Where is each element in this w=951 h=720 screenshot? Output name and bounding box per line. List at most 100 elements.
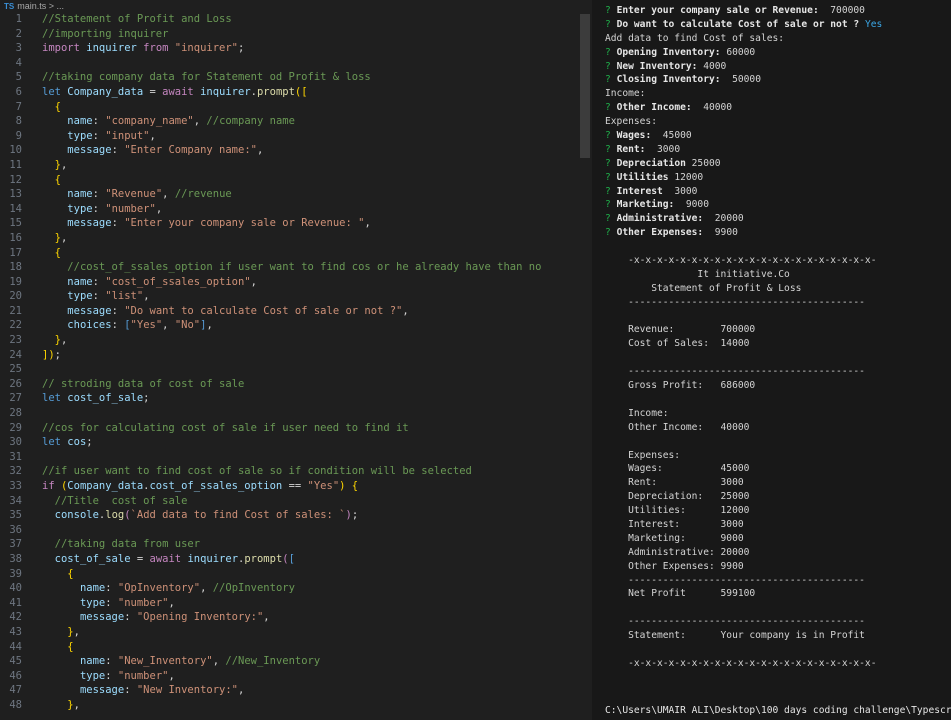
- line-number: 29: [9, 421, 22, 434]
- code-line[interactable]: 18 //cost_of_ssales_option if user want …: [0, 260, 580, 275]
- code-line[interactable]: 39 {: [0, 567, 580, 582]
- code-line[interactable]: 46 type: "number",: [0, 669, 580, 684]
- terminal-line: Revenue: 700000: [592, 323, 951, 337]
- terminal-panel[interactable]: ? Enter your company sale or Revenue: 70…: [592, 0, 951, 720]
- code-line[interactable]: 12 {: [0, 173, 580, 188]
- code-line[interactable]: 4: [0, 56, 580, 71]
- code-line[interactable]: 29 //cos for calculating cost of sale if …: [0, 421, 580, 436]
- line-number: 8: [15, 115, 22, 128]
- code-token: "list": [105, 290, 144, 303]
- code-line[interactable]: 19 name: "cost_of_ssales_option",: [0, 275, 580, 290]
- terminal-line: ? Enter your company sale or Revenue: 70…: [592, 4, 951, 18]
- code-line[interactable]: 40 name: "OpInventory", //OpInventory: [0, 581, 580, 596]
- code-line[interactable]: 44 {: [0, 640, 580, 655]
- code-token: if: [42, 480, 61, 492]
- code-token: :: [111, 144, 125, 157]
- code-line[interactable]: 14 type: "number",: [0, 202, 580, 217]
- code-line[interactable]: 5 //taking company data for Statement od …: [0, 70, 580, 85]
- code-line[interactable]: 47 message: "New Inventory:",: [0, 683, 580, 698]
- editor-scrollbar[interactable]: [580, 12, 592, 720]
- code-token: await: [149, 552, 188, 565]
- code-line[interactable]: 41 type: "number",: [0, 596, 580, 611]
- terminal-text: Utilities: 12000: [605, 505, 750, 517]
- code-line[interactable]: 15 message: "Enter your company sale or …: [0, 216, 580, 231]
- code-token: ;: [86, 436, 93, 449]
- terminal-line: Other Expenses: 9900: [592, 560, 951, 574]
- code-token: ,: [60, 158, 68, 171]
- code-token: "number": [117, 669, 169, 682]
- code-line[interactable]: 33 if (Company_data.cost_of_ssales_option…: [0, 479, 580, 494]
- code-token: "Yes": [130, 319, 163, 332]
- code-line[interactable]: 17 {: [0, 246, 580, 261]
- code-line[interactable]: 42 message: "Opening Inventory:",: [0, 610, 580, 625]
- code-line[interactable]: 23 },: [0, 333, 580, 348]
- code-line[interactable]: 34 //Title cost of sale: [0, 494, 580, 509]
- code-line[interactable]: 7 {: [0, 100, 580, 115]
- terminal-line: Utilities: 12000: [592, 504, 951, 518]
- terminal-line: Income:: [592, 407, 951, 421]
- code-line[interactable]: 9 type: "input",: [0, 129, 580, 144]
- code-line[interactable]: 13 name: "Revenue", //revenue: [0, 187, 580, 202]
- code-line[interactable]: 36: [0, 523, 580, 538]
- code-token: {: [54, 246, 61, 259]
- code-line[interactable]: 11 },: [0, 158, 580, 173]
- code-line[interactable]: 30 let cos;: [0, 435, 580, 450]
- terminal-line: ? Interest 3000: [592, 185, 951, 199]
- terminal-text: ----------------------------------------…: [605, 366, 865, 378]
- code-line[interactable]: 35 console.log(`Add data to find Cost of…: [0, 508, 580, 523]
- code-line[interactable]: 27 let cost_of_sale;: [0, 391, 580, 406]
- terminal-line: ? Depreciation 25000: [592, 157, 951, 171]
- editor-scrollbar-thumb[interactable]: [580, 14, 590, 158]
- question-mark-icon: ?: [605, 199, 617, 211]
- code-line[interactable]: 43 },: [0, 625, 580, 640]
- code-line[interactable]: 38 cost_of_sale = await inquirer.prompt(…: [0, 552, 580, 567]
- code-line[interactable]: 25: [0, 362, 580, 377]
- code-token: "New Inventory:": [136, 684, 239, 697]
- line-number: 2: [15, 27, 22, 40]
- code-line[interactable]: 21 message: "Do want to calculate Cost o…: [0, 304, 580, 319]
- code-line[interactable]: 31: [0, 450, 580, 465]
- line-number: 30: [9, 436, 22, 449]
- code-line[interactable]: 45 name: "New_Inventory", //New_Inventor…: [0, 654, 580, 669]
- breadcrumb-file[interactable]: main.ts: [17, 1, 46, 11]
- code-line[interactable]: 28: [0, 406, 580, 421]
- line-number: 35: [9, 509, 22, 522]
- code-line[interactable]: 1 //Statement of Profit and Loss: [0, 12, 580, 27]
- terminal-line: ? Other Income: 40000: [592, 101, 951, 115]
- line-number: 9: [15, 129, 22, 142]
- line-number: 18: [9, 261, 22, 274]
- code-token: "cost_of_ssales_option": [105, 275, 251, 288]
- terminal-text: Enter your company sale or Revenue:: [616, 5, 831, 16]
- shell-prompt[interactable]: C:\Users\UMAIR ALI\Desktop\100 days codi…: [605, 705, 951, 716]
- code-line[interactable]: 48 },: [0, 698, 580, 713]
- code-line[interactable]: 22 choices: ["Yes", "No"],: [0, 318, 580, 333]
- code-token: //Statement of Profit and Loss: [42, 13, 232, 25]
- code-token: name: [67, 115, 93, 128]
- code-line[interactable]: 3 import inquirer from "inquirer";: [0, 41, 580, 56]
- breadcrumb[interactable]: TS main.ts > ...: [0, 0, 592, 12]
- code-line[interactable]: 8 name: "company_name", //company name: [0, 114, 580, 129]
- code-line[interactable]: 2 //importing inquirer: [0, 27, 580, 42]
- code-line[interactable]: 6 let Company_data = await inquirer.promp…: [0, 85, 580, 100]
- terminal-text: Revenue: 700000: [605, 324, 756, 336]
- code-lines[interactable]: 1 //Statement of Profit and Loss 2 //import…: [0, 12, 580, 713]
- code-token: ,: [238, 684, 245, 697]
- code-line[interactable]: 16 },: [0, 231, 580, 246]
- code-line[interactable]: 26 // stroding data of cost of sale: [0, 377, 580, 392]
- code-token: message: [67, 217, 112, 230]
- code-line[interactable]: 37 //taking data from user: [0, 537, 580, 552]
- line-number: 1: [15, 13, 22, 25]
- code-line[interactable]: 32 //if user want to find cost of sale so…: [0, 464, 580, 479]
- code-token: from: [143, 42, 175, 55]
- code-line[interactable]: 20 type: "list",: [0, 289, 580, 304]
- code-token: //cos for calculating cost of sale if us…: [42, 421, 409, 434]
- terminal-output: ? Enter your company sale or Revenue: 70…: [592, 0, 951, 671]
- code-line[interactable]: 10 message: "Enter Company name:",: [0, 143, 580, 158]
- code-editor[interactable]: TS main.ts > ... 1 //Statement of Profit a…: [0, 0, 592, 720]
- code-line[interactable]: 24]);: [0, 348, 580, 363]
